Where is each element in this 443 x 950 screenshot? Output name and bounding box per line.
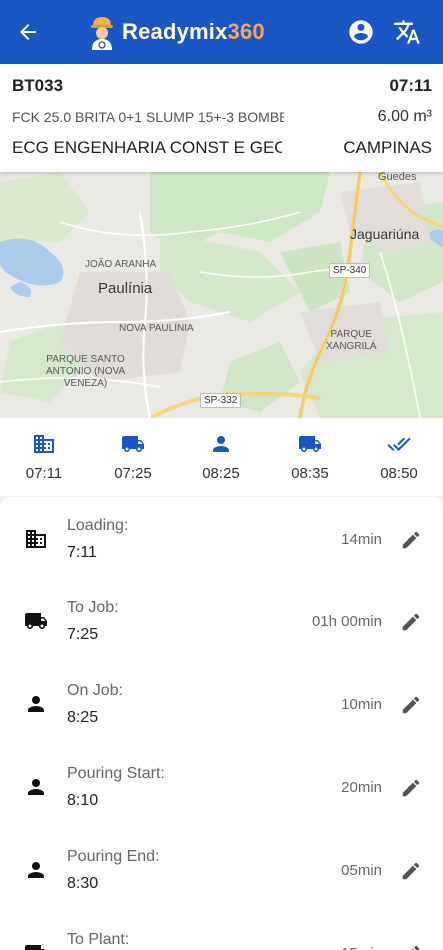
- map-label-jaguariuna: Jaguariúna: [350, 226, 420, 242]
- event-name: On Job:: [67, 682, 124, 699]
- timeline-time: 07:25: [114, 465, 152, 482]
- product-description: FCK 25.0 BRITA 0+1 SLUMP 15+-3 BOMBEADO: [12, 109, 284, 125]
- map-label-joao-aranha: JOÃO ARANHA: [85, 259, 157, 270]
- edit-icon[interactable]: [400, 694, 422, 716]
- edit-icon[interactable]: [400, 611, 422, 633]
- customer-name: ECG ENGENHARIA CONST E GEOTECNIA: [12, 138, 282, 157]
- event-name: Pouring End:: [67, 848, 160, 865]
- arrow-left-icon: [20, 24, 36, 40]
- event-row-on-job: On Job: 8:25 10min: [0, 662, 443, 744]
- event-time: 7:11: [67, 544, 97, 561]
- map-label-parque-santo-line3: VENEZA): [63, 378, 108, 389]
- event-duration: 14min: [341, 531, 382, 548]
- person-icon: [213, 436, 229, 452]
- timeline-step-done[interactable]: 08:50: [369, 432, 429, 482]
- building-icon: [34, 435, 54, 453]
- truck-icon: [25, 945, 45, 950]
- map-label-guedes: Guedes: [378, 172, 417, 183]
- edit-icon[interactable]: [400, 777, 422, 799]
- map-road-sp332: SP-332: [200, 393, 242, 408]
- event-duration: 10min: [341, 696, 382, 713]
- event-row-to-plant: To Plant: 15min: [0, 911, 443, 950]
- event-row-to-job: To Job: 7:25 01h 00min: [0, 579, 443, 661]
- map-label-nova-paulinia: NOVA PAULÍNIA: [119, 323, 194, 334]
- person-icon: [28, 862, 44, 878]
- person-icon: [28, 779, 44, 795]
- worker-logo-icon: [91, 17, 113, 50]
- event-name: To Job:: [67, 599, 119, 616]
- brand-logo: Readymix 360: [88, 14, 265, 50]
- double-check-icon: [387, 437, 411, 451]
- event-duration: 01h 00min: [311, 613, 382, 630]
- event-row-pouring-start: Pouring Start: 8:10 20min: [0, 745, 443, 827]
- app-bar: Readymix 360: [0, 0, 443, 64]
- timeline-time: 08:35: [291, 465, 329, 482]
- event-duration: 15min: [341, 945, 382, 950]
- translate-button[interactable]: [393, 18, 421, 46]
- order-product-row: FCK 25.0 BRITA 0+1 SLUMP 15+-3 BOMBEADO …: [12, 108, 432, 126]
- edit-icon[interactable]: [400, 860, 422, 882]
- map-label-parque-xangrila-line2: XANGRILÁ: [326, 341, 377, 352]
- edit-icon[interactable]: [400, 943, 422, 950]
- order-customer-row: ECG ENGENHARIA CONST E GEOTECNIA CAMPINA…: [12, 138, 432, 158]
- building-icon: [26, 530, 46, 548]
- status-timeline: 07:11 07:25 08:25 08:35 08:50: [0, 418, 443, 496]
- map-view[interactable]: Guedes Jaguariúna JOÃO ARANHA SP-340 Pau…: [0, 172, 443, 418]
- event-time: 8:30: [67, 875, 99, 892]
- map-label-parque-xangrila-line1: PARQUE: [330, 329, 373, 340]
- map-label-parque-santo-line1: PARQUE SANTO: [46, 354, 125, 365]
- account-circle-icon: [349, 20, 373, 44]
- timeline-time: 08:50: [380, 465, 418, 482]
- event-duration: 05min: [341, 862, 382, 879]
- timeline-time: 08:25: [202, 465, 240, 482]
- event-name: Loading:: [67, 517, 129, 534]
- truck-icon: [122, 436, 144, 452]
- timeline-time: 07:11: [25, 465, 63, 482]
- order-header-row: BT033 07:11: [12, 76, 432, 96]
- account-button[interactable]: [347, 18, 375, 46]
- map-label-parque-xangrila: PARQUE XANGRILÁ: [326, 329, 377, 353]
- event-row-loading: Loading: 7:11 14min: [0, 497, 443, 579]
- translate-icon: [394, 20, 420, 44]
- timeline-step-on-job[interactable]: 08:25: [191, 432, 251, 482]
- timeline-step-to-job[interactable]: 07:25: [103, 432, 163, 482]
- map-label-parque-santo-line2: ANTONIO (NOVA: [46, 366, 126, 377]
- map-label-paulinia: Paulínia: [98, 280, 153, 297]
- person-icon: [28, 696, 44, 712]
- customer-city: CAMPINAS: [343, 138, 432, 157]
- order-volume: 6.00 m³: [377, 108, 432, 125]
- event-time: 7:25: [67, 626, 99, 643]
- timeline-step-to-plant[interactable]: 08:35: [280, 432, 340, 482]
- truck-icon: [299, 436, 321, 452]
- event-name: To Plant:: [67, 931, 130, 948]
- map-road-sp340: SP-340: [329, 263, 371, 278]
- event-duration: 20min: [341, 779, 382, 796]
- back-button[interactable]: [14, 18, 42, 46]
- event-time: 8:25: [67, 709, 99, 726]
- brand-number: 360: [227, 19, 265, 44]
- brand-name: Readymix: [122, 19, 228, 44]
- map-label-parque-santo-antonio: PARQUE SANTO ANTONIO (NOVA VENEZA): [46, 354, 125, 390]
- order-card: BT033 07:11 FCK 25.0 BRITA 0+1 SLUMP 15+…: [0, 64, 443, 172]
- truck-icon: [25, 613, 47, 629]
- event-time: 8:10: [67, 792, 99, 809]
- edit-icon[interactable]: [400, 529, 422, 551]
- event-list: Loading: 7:11 14min To Job: 7:25 01h 00m…: [0, 497, 443, 950]
- event-row-pouring-end: Pouring End: 8:30 05min: [0, 828, 443, 910]
- order-time: 07:11: [389, 76, 432, 95]
- timeline-step-loading[interactable]: 07:11: [14, 432, 74, 482]
- ticket-number: BT033: [12, 76, 64, 95]
- event-name: Pouring Start:: [67, 765, 165, 782]
